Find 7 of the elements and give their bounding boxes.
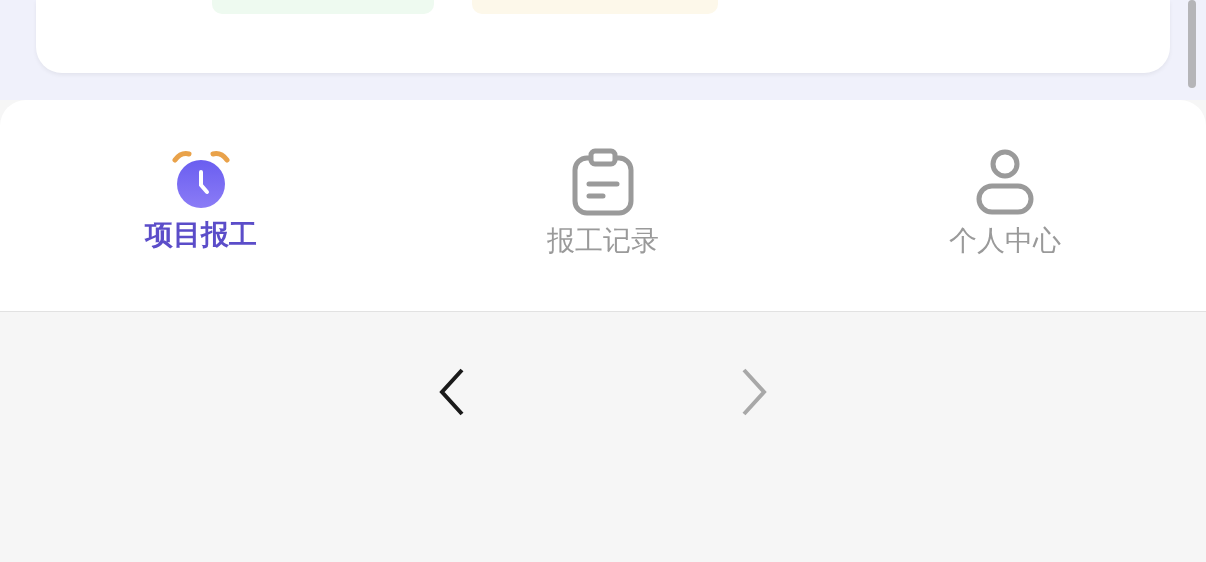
person-icon	[975, 148, 1035, 216]
tab[interactable]: 项目报工	[0, 100, 402, 311]
alarm-clock-icon	[171, 148, 231, 210]
scrollbar[interactable]	[1188, 0, 1196, 88]
tab[interactable]: 个人中心	[804, 100, 1206, 311]
clipboard-icon	[571, 148, 635, 216]
tab[interactable]: 报工记录	[402, 100, 804, 311]
